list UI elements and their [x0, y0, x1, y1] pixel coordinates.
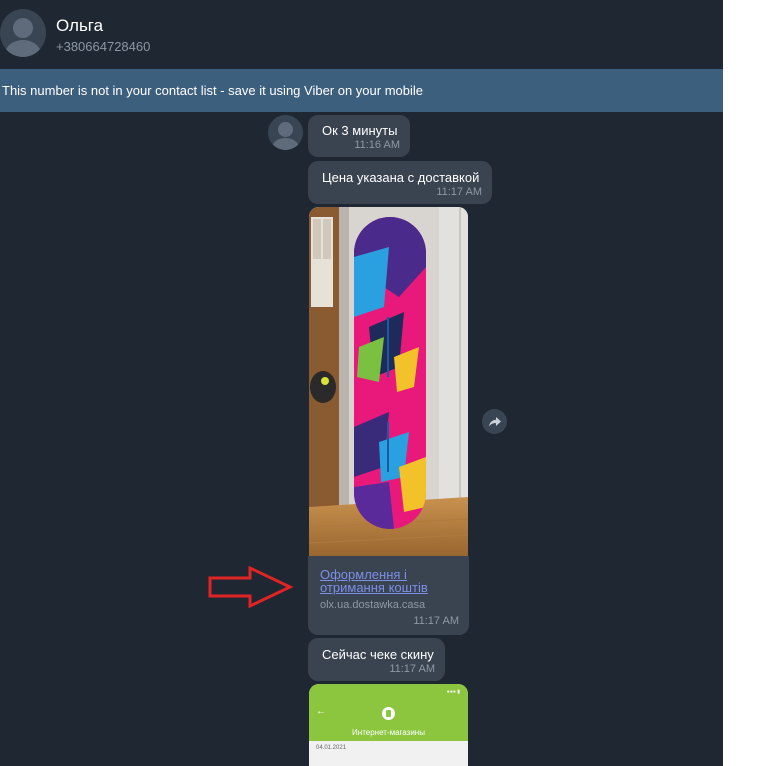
bank-logo-icon: [382, 707, 395, 720]
contact-name[interactable]: Ольга: [56, 16, 103, 36]
sender-avatar-icon[interactable]: [268, 115, 303, 150]
screenshot-title: Интернет-магазины: [352, 728, 425, 737]
snowboard-photo[interactable]: [309, 207, 468, 556]
receipt-screenshot-image[interactable]: ●●● ▮ ← Интернет-магазины 04.01.2021: [309, 684, 468, 766]
red-arrow-annotation: [208, 566, 294, 608]
not-in-contacts-banner: This number is not in your contact list …: [0, 69, 723, 112]
back-arrow-icon: ←: [316, 706, 326, 717]
message-time: 11:16 AM: [354, 139, 400, 151]
contact-avatar-icon[interactable]: [0, 9, 46, 57]
message-text: Сейчас чеке скину: [322, 647, 434, 662]
link-domain: olx.ua.dostawka.casa: [320, 599, 426, 611]
link-preview[interactable]: Оформлення і отримання коштів olx.ua.dos…: [308, 556, 469, 635]
message-time: 11:17 AM: [436, 186, 482, 198]
status-bar: ●●● ▮: [446, 689, 460, 695]
share-forward-icon[interactable]: [482, 409, 507, 434]
link-title[interactable]: Оформлення і отримання коштів: [320, 568, 450, 594]
screenshot-date: 04.01.2021: [316, 745, 347, 751]
message-text: Цена указана с доставкой: [322, 170, 480, 185]
message-time: 11:17 AM: [413, 615, 459, 627]
message-bubble[interactable]: Сейчас чеке скину 11:17 AM: [308, 638, 445, 681]
viber-chat-window: Ольга +380664728460 This number is not i…: [0, 0, 723, 766]
message-bubble[interactable]: Ок 3 минуты 11:16 AM: [308, 115, 410, 157]
contact-phone: +380664728460: [56, 39, 151, 54]
message-bubble[interactable]: Цена указана с доставкой 11:17 AM: [308, 161, 492, 204]
message-time: 11:17 AM: [389, 663, 435, 675]
message-text: Ок 3 минуты: [322, 123, 398, 138]
